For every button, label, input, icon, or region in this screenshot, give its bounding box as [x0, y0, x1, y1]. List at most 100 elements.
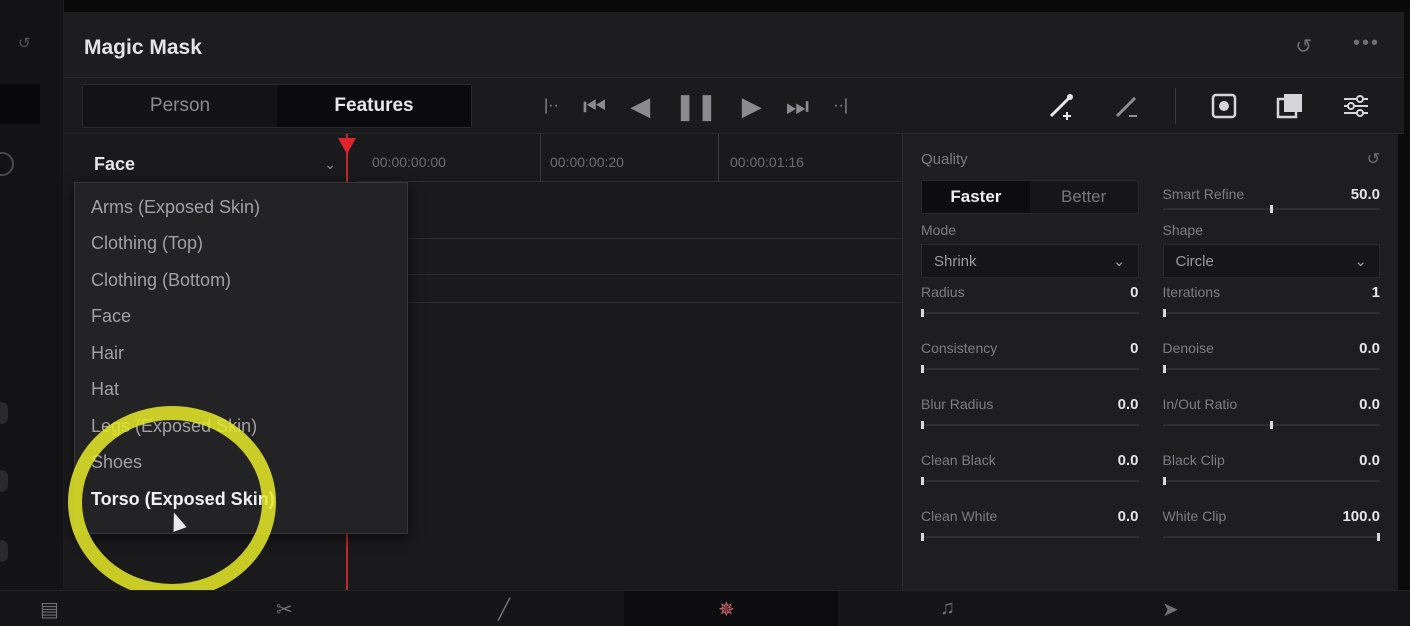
shape-select[interactable]: Circle ⌄ [1162, 244, 1380, 278]
param-value[interactable]: 0.0 [1118, 452, 1139, 469]
toolbar: Person Features |·· ⏮ ◀ ❚❚ ▶ ⏭ ··| [64, 78, 1404, 134]
param-value[interactable]: 0 [1130, 340, 1138, 357]
slider-knob[interactable] [1162, 365, 1166, 373]
param-slider[interactable] [1162, 312, 1380, 314]
quality-better-button[interactable]: Better [1030, 181, 1138, 213]
param-name: Radius [921, 284, 965, 300]
param-value[interactable]: 0.0 [1118, 396, 1139, 413]
dropdown-option-arms[interactable]: Arms (Exposed Skin) [75, 189, 407, 226]
mode-value: Shrink [934, 252, 977, 270]
param-slider[interactable] [1162, 480, 1380, 482]
param-consistency[interactable]: Consistency 0 [921, 334, 1139, 390]
track-forward-one-frame-icon[interactable]: ··| [833, 86, 848, 126]
param-slider[interactable] [1162, 368, 1380, 370]
playhead-handle[interactable] [338, 138, 356, 154]
param-blur-radius[interactable]: Blur Radius 0.0 [921, 390, 1139, 446]
dropdown-option-clothing-bottom[interactable]: Clothing (Bottom) [75, 262, 407, 299]
param-name: Clean Black [921, 452, 996, 468]
color-page-icon[interactable]: ✵ [718, 597, 735, 622]
param-white-clip[interactable]: White Clip 100.0 [1162, 502, 1380, 558]
param-value[interactable]: 0.0 [1359, 452, 1380, 469]
pause-icon[interactable]: ❚❚ [674, 86, 718, 126]
quality-label: Quality [921, 150, 968, 168]
param-black-clip[interactable]: Black Clip 0.0 [1162, 446, 1380, 502]
ruler-tick [540, 134, 541, 182]
more-options-icon[interactable]: ••• [1353, 32, 1380, 55]
mode-select[interactable]: Shrink ⌄ [921, 244, 1139, 278]
dropdown-option-hair[interactable]: Hair [75, 335, 407, 372]
slider-knob[interactable] [1269, 421, 1273, 429]
param-in-out-ratio[interactable]: In/Out Ratio 0.0 [1162, 390, 1380, 446]
param-clean-black[interactable]: Clean Black 0.0 [921, 446, 1139, 502]
chevron-down-icon: ⌄ [324, 156, 336, 172]
feature-select[interactable]: Face ⌄ [80, 144, 350, 186]
track-backward-one-frame-icon[interactable]: |·· [544, 86, 559, 126]
param-radius[interactable]: Radius 0 [921, 278, 1139, 334]
page-title: Magic Mask [84, 36, 202, 59]
quality-faster-button[interactable]: Faster [922, 181, 1030, 213]
param-value[interactable]: 1 [1372, 284, 1380, 301]
mask-overlay-icon[interactable] [1206, 88, 1242, 124]
mode-segmented-control: Person Features [82, 84, 472, 128]
quality-header: Quality ↺ [921, 148, 1380, 170]
param-value[interactable]: 0 [1130, 284, 1138, 301]
param-value[interactable]: 0.0 [1118, 508, 1139, 525]
param-slider[interactable] [921, 480, 1139, 482]
param-name: Smart Refine [1162, 186, 1245, 202]
timeline[interactable]: 00:00:00:00 00:00:00:20 00:00:01:16 [338, 134, 902, 590]
add-stroke-icon[interactable] [1043, 88, 1079, 124]
slider-knob[interactable] [921, 477, 924, 485]
slider-knob[interactable] [921, 421, 924, 429]
reset-icon[interactable]: ↺ [1295, 34, 1312, 59]
media-page-icon[interactable]: ▤ [40, 597, 59, 622]
slider-knob[interactable] [921, 533, 924, 541]
copy-mask-icon[interactable] [1272, 88, 1308, 124]
param-value[interactable]: 0.0 [1359, 340, 1380, 357]
reset-icon[interactable]: ↺ [18, 34, 38, 54]
deliver-page-icon[interactable]: ➤ [1162, 597, 1179, 622]
param-name: Denoise [1162, 340, 1214, 356]
reset-icon[interactable]: ↺ [1367, 149, 1380, 169]
param-name: Clean White [921, 508, 998, 524]
fairlight-page-icon[interactable]: ♫ [940, 597, 955, 620]
quality-segmented-control: Faster Better [921, 180, 1139, 214]
param-value[interactable]: 100.0 [1342, 508, 1380, 525]
skip-to-end-icon[interactable]: ⏭ [786, 86, 809, 126]
slider-knob[interactable] [921, 365, 924, 373]
param-value[interactable]: 0.0 [1359, 396, 1380, 413]
param-denoise[interactable]: Denoise 0.0 [1162, 334, 1380, 390]
dropdown-option-clothing-top[interactable]: Clothing (Top) [75, 226, 407, 263]
param-slider[interactable] [921, 424, 1139, 426]
mask-settings-panel: Quality ↺ Faster Better Mode Shrink ⌄ Ra… [902, 134, 1398, 590]
slider-knob[interactable] [1377, 533, 1380, 541]
slider-knob[interactable] [1162, 309, 1166, 317]
param-clean-white[interactable]: Clean White 0.0 [921, 502, 1139, 558]
settings-sliders-icon[interactable] [1338, 88, 1374, 124]
param-value[interactable]: 50.0 [1351, 186, 1380, 203]
param-smart-refine[interactable]: Smart Refine 50.0 [1162, 180, 1380, 214]
slider-knob[interactable] [921, 309, 924, 317]
keyframe-ring-icon[interactable] [0, 152, 14, 176]
play-forward-icon[interactable]: ▶ [742, 86, 762, 126]
slider-knob[interactable] [1269, 205, 1273, 213]
dropdown-option-hat[interactable]: Hat [75, 372, 407, 409]
slider-knob[interactable] [1162, 477, 1166, 485]
param-slider[interactable] [1162, 536, 1380, 538]
left-params: Radius 0 Consistency 0 Blur Radius 0.0 C… [921, 278, 1139, 558]
param-slider[interactable] [921, 312, 1139, 314]
play-reverse-icon[interactable]: ◀ [630, 86, 650, 126]
timecode: 00:00:00:00 [372, 154, 446, 170]
tab-person[interactable]: Person [83, 85, 277, 127]
cut-page-icon[interactable]: ✂ [276, 597, 293, 622]
track-line [356, 302, 902, 303]
param-slider[interactable] [921, 368, 1139, 370]
param-slider[interactable] [921, 536, 1139, 538]
dropdown-option-face[interactable]: Face [75, 299, 407, 336]
left-panel-block [0, 84, 40, 124]
skip-to-start-icon[interactable]: ⏮ [583, 86, 606, 126]
subtract-stroke-icon[interactable] [1109, 88, 1145, 124]
param-iterations[interactable]: Iterations 1 [1162, 278, 1380, 334]
timecode: 00:00:00:20 [550, 154, 624, 170]
tab-features[interactable]: Features [277, 85, 471, 127]
edit-page-icon[interactable]: ╱ [498, 597, 510, 622]
